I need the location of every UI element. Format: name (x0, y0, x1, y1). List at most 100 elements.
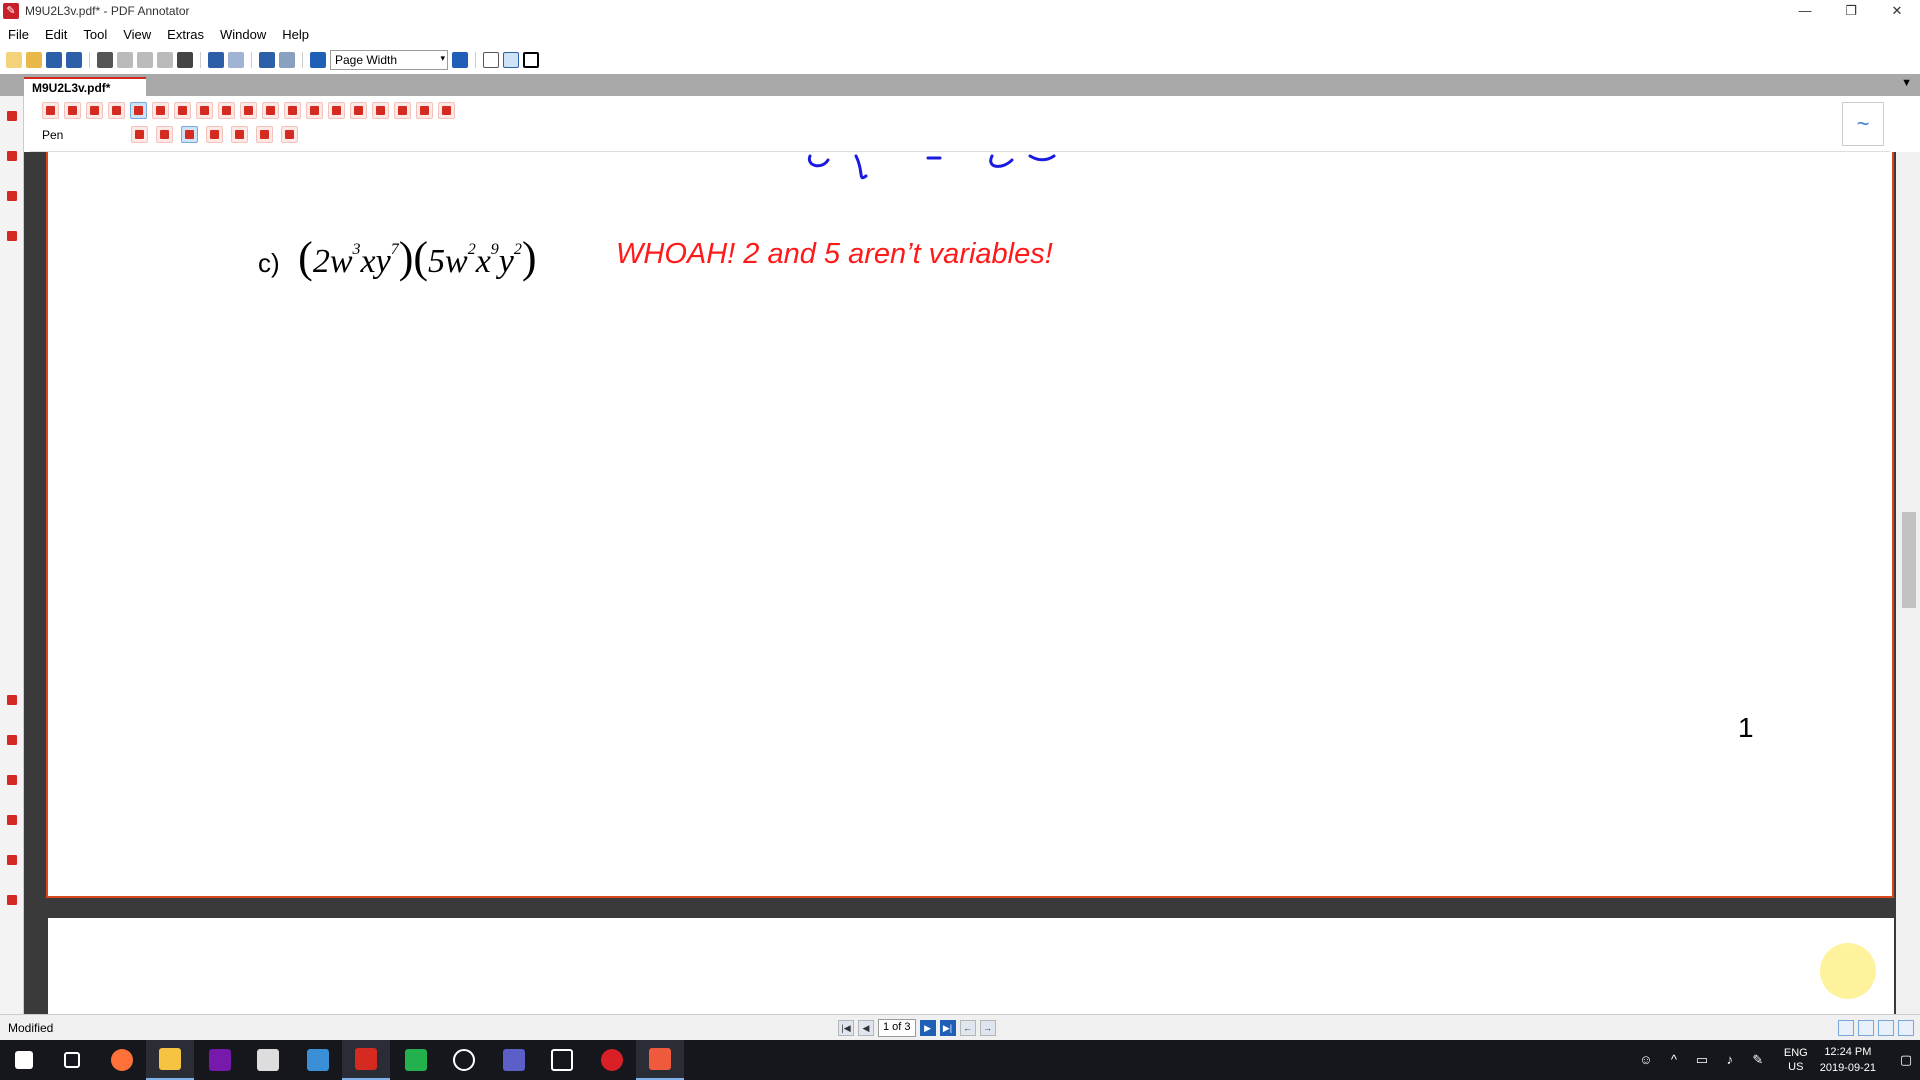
teams-icon[interactable] (490, 1040, 538, 1080)
marker-icon[interactable] (4, 892, 20, 908)
zoom-select[interactable]: Page Width ▾ (330, 50, 448, 70)
rectangle-icon[interactable] (262, 102, 279, 119)
smooth-line-icon[interactable] (181, 126, 199, 143)
volume-icon[interactable]: ♪ (1722, 1052, 1738, 1068)
highlighter-tool-icon[interactable] (152, 102, 169, 119)
pdf-page[interactable]: c) (2w3xy7)(5w2x9y2) WHOAH! 2 and 5 aren… (46, 152, 1894, 898)
network-icon[interactable]: ▭ (1694, 1052, 1710, 1068)
language-indicator[interactable]: ENG US (1784, 1046, 1808, 1074)
zoom-tool-icon[interactable] (108, 102, 125, 119)
clock[interactable]: 12:24 PM 2019-09-21 (1820, 1044, 1876, 1076)
menu-file[interactable]: File (0, 27, 37, 42)
pdf-page-next[interactable] (48, 918, 1894, 1014)
copy-icon[interactable] (137, 52, 153, 68)
annotation-text[interactable]: WHOAH! 2 and 5 aren’t variables! (616, 238, 1053, 271)
pen-workspace-icon[interactable]: ✎ (1750, 1052, 1766, 1068)
eraser-icon[interactable] (306, 102, 323, 119)
pages-icon[interactable] (4, 108, 20, 124)
pressure-icon[interactable] (206, 126, 224, 143)
windows-start-icon[interactable] (0, 1040, 48, 1080)
snipping-icon[interactable] (294, 1040, 342, 1080)
tab-document[interactable]: M9U2L3v.pdf* (24, 77, 146, 96)
undo-icon[interactable] (208, 52, 224, 68)
pdf-annotator-icon[interactable] (342, 1040, 390, 1080)
people-icon[interactable]: ☺ (1638, 1052, 1654, 1068)
chevron-up-icon[interactable]: ^ (1666, 1052, 1682, 1068)
redo-icon[interactable] (228, 52, 244, 68)
forward-icon[interactable]: → (979, 1020, 996, 1036)
creative-cloud-icon[interactable] (588, 1040, 636, 1080)
heart-favorites-icon[interactable] (438, 102, 455, 119)
page-setup-icon[interactable] (279, 52, 295, 68)
menu-view[interactable]: View (115, 27, 159, 42)
hand-icon[interactable] (86, 102, 103, 119)
open-folder-icon[interactable] (26, 52, 42, 68)
camera-icon[interactable] (350, 102, 367, 119)
camtasia-recorder-icon[interactable] (636, 1040, 684, 1080)
minimize-button[interactable]: — (1782, 0, 1828, 22)
document-viewport[interactable]: c) (2w3xy7)(5w2x9y2) WHOAH! 2 and 5 aren… (24, 152, 1896, 1014)
stamp-tool-icon[interactable] (196, 102, 213, 119)
fullscreen-icon[interactable] (523, 52, 539, 68)
zoom-out-icon[interactable] (310, 52, 326, 68)
vertical-scrollbar[interactable] (1896, 152, 1920, 1014)
two-page-view-icon[interactable] (1878, 1020, 1894, 1036)
back-icon[interactable]: ← (959, 1020, 976, 1036)
notification-icon[interactable]: ▢ (1898, 1052, 1914, 1068)
file-explorer-icon[interactable] (146, 1040, 194, 1080)
delete-icon[interactable] (177, 52, 193, 68)
menu-edit[interactable]: Edit (37, 27, 75, 42)
fit-width-icon[interactable] (503, 52, 519, 68)
print-icon[interactable] (97, 52, 113, 68)
attachments-icon[interactable] (4, 228, 20, 244)
select-arrow-icon[interactable] (42, 102, 59, 119)
paste-icon[interactable] (157, 52, 173, 68)
whiteboard-icon[interactable] (538, 1040, 586, 1080)
pen-tool-icon[interactable] (4, 732, 20, 748)
new-document-icon[interactable] (6, 52, 22, 68)
strikeout-icon[interactable] (281, 126, 299, 143)
tab-list-icon[interactable]: ▼ (1901, 77, 1912, 89)
text-box-icon[interactable] (4, 812, 20, 828)
menu-window[interactable]: Window (212, 27, 274, 42)
insert-image-icon[interactable] (416, 102, 433, 119)
firefox-icon[interactable] (98, 1040, 146, 1080)
highlighter-icon[interactable] (4, 772, 20, 788)
crop-icon[interactable] (372, 102, 389, 119)
scrollbar-thumb[interactable] (1902, 512, 1916, 608)
typewriter-icon[interactable] (174, 102, 191, 119)
menu-tool[interactable]: Tool (75, 27, 115, 42)
next-page-icon[interactable]: ▶ (919, 1020, 936, 1036)
onenote-icon[interactable] (196, 1040, 244, 1080)
ruler-icon[interactable] (394, 102, 411, 119)
save-icon[interactable] (46, 52, 62, 68)
find-icon[interactable] (259, 52, 275, 68)
save-all-icon[interactable] (66, 52, 82, 68)
single-page-icon[interactable] (483, 52, 499, 68)
line-style-icon[interactable] (156, 126, 174, 143)
arrow-icon[interactable] (240, 102, 257, 119)
task-view-icon[interactable] (48, 1040, 96, 1080)
two-page-continuous-icon[interactable] (1898, 1020, 1914, 1036)
camtasia-icon[interactable] (392, 1040, 440, 1080)
notes-icon[interactable] (4, 188, 20, 204)
single-page-view-icon[interactable] (1838, 1020, 1854, 1036)
line-icon[interactable] (218, 102, 235, 119)
menu-help[interactable]: Help (274, 27, 317, 42)
stamp-icon[interactable] (4, 852, 20, 868)
favorites-icon[interactable] (4, 692, 20, 708)
underline-text-icon[interactable] (231, 126, 249, 143)
continuous-view-icon[interactable] (1858, 1020, 1874, 1036)
photos-icon[interactable] (440, 1040, 488, 1080)
cut-icon[interactable] (117, 52, 133, 68)
ellipse-icon[interactable] (284, 102, 301, 119)
page-indicator[interactable]: 1 of 3 (878, 1019, 916, 1037)
calculator-icon[interactable] (244, 1040, 292, 1080)
double-underline-icon[interactable] (256, 126, 274, 143)
first-page-icon[interactable]: |◀ (838, 1020, 854, 1036)
menu-extras[interactable]: Extras (159, 27, 212, 42)
last-page-icon[interactable]: ▶| (939, 1020, 956, 1036)
annotations-icon[interactable] (4, 148, 20, 164)
zoom-in-icon[interactable] (452, 52, 468, 68)
close-button[interactable]: ✕ (1874, 0, 1920, 22)
